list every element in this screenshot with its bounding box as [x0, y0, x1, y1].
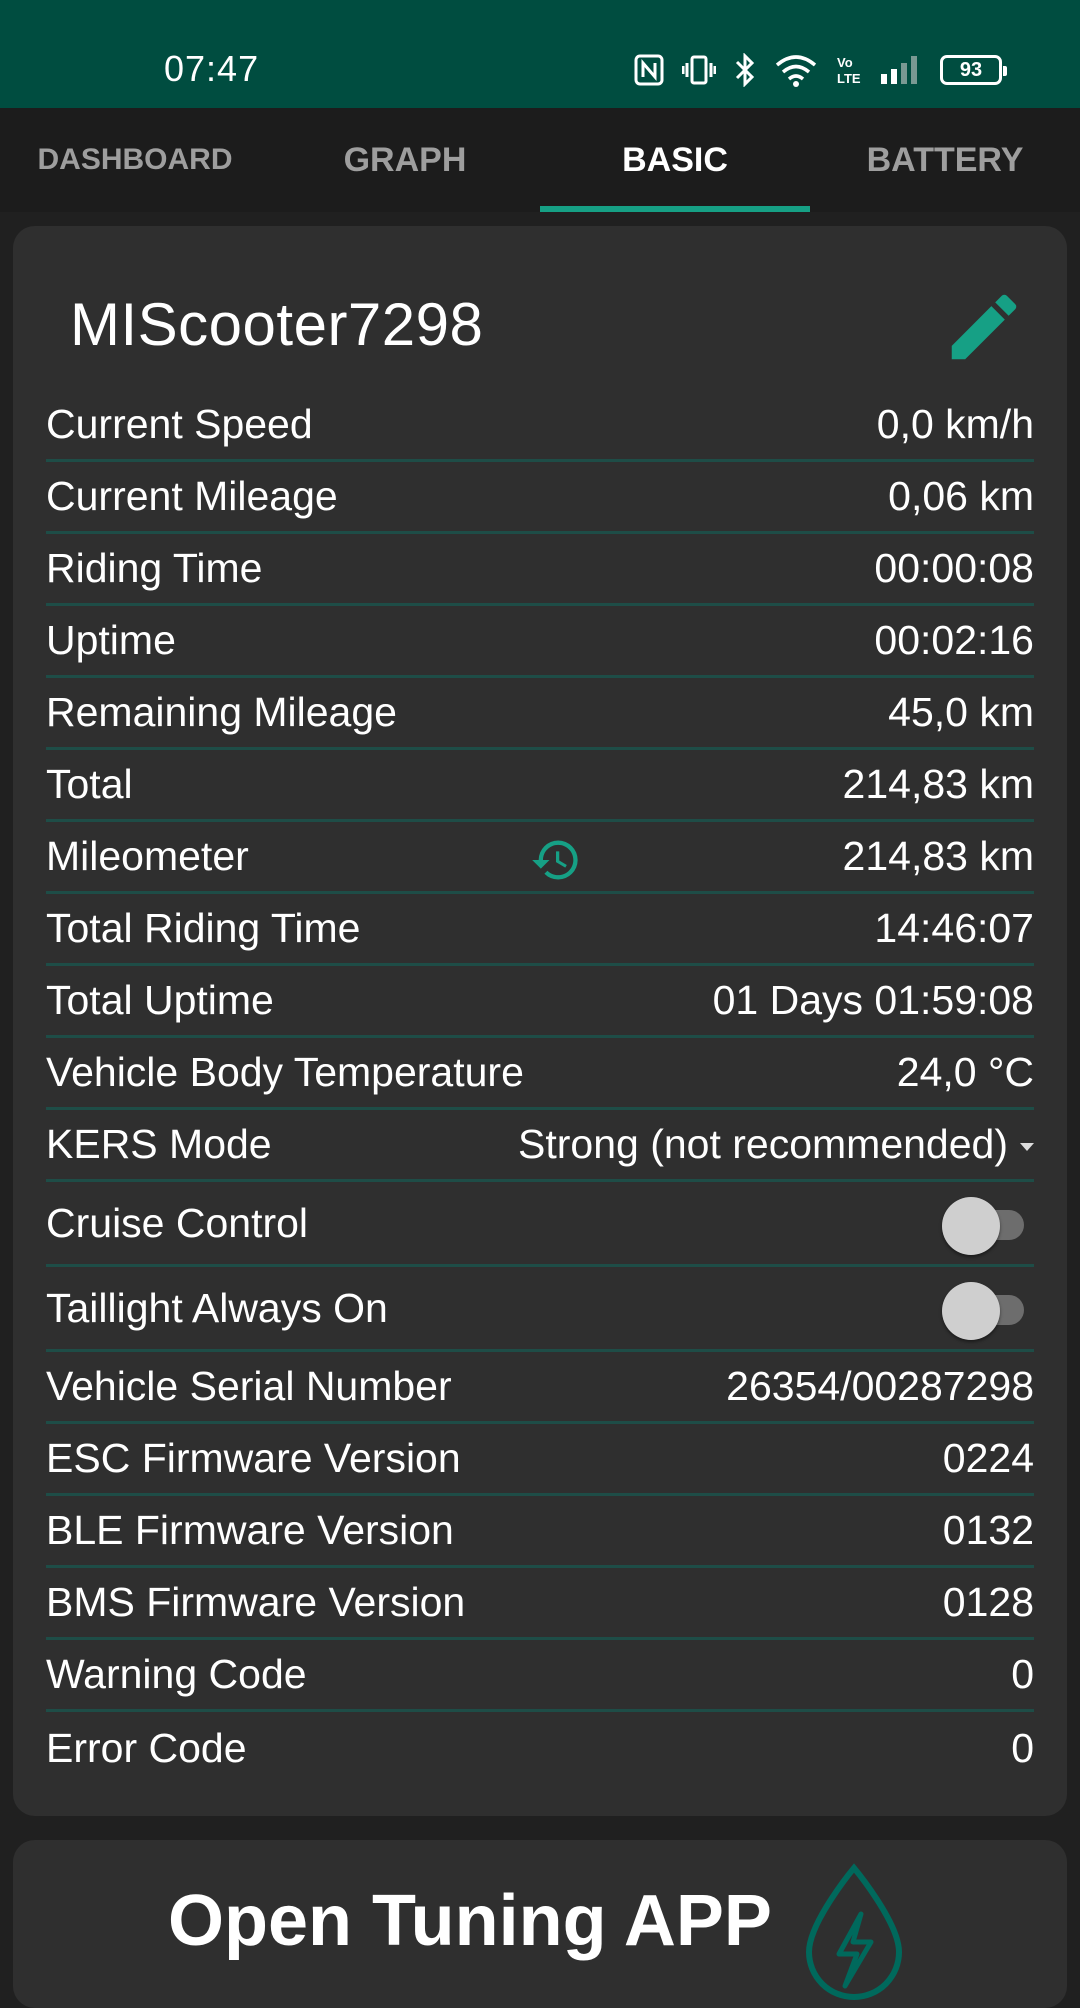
pencil-icon[interactable] [941, 284, 1027, 370]
row-warning-code: Warning Code 0 [46, 1640, 1034, 1712]
row-total-uptime: Total Uptime 01 Days 01:59:08 [46, 966, 1034, 1038]
row-label: Total Uptime [46, 977, 274, 1023]
row-label: BMS Firmware Version [46, 1579, 466, 1625]
kers-mode-dropdown[interactable]: Strong (not recommended) [518, 1121, 1034, 1168]
row-current-mileage: Current Mileage 0,06 km [46, 462, 1034, 534]
row-value: 00:02:16 [874, 617, 1034, 663]
taillight-toggle[interactable] [934, 1278, 1034, 1340]
bluetooth-icon [735, 53, 755, 87]
row-value: 0,06 km [888, 473, 1034, 519]
row-value: 0,0 km/h [876, 401, 1034, 447]
row-value: 0 [1011, 1651, 1034, 1697]
row-cruise-control: Cruise Control [46, 1182, 1034, 1267]
row-label: Vehicle Body Temperature [46, 1049, 524, 1095]
vibrate-icon [682, 55, 716, 85]
row-riding-time: Riding Time 00:00:08 [46, 534, 1034, 606]
row-label: Vehicle Serial Number [46, 1363, 452, 1409]
row-label: Error Code [46, 1724, 247, 1771]
row-label: Total Riding Time [46, 905, 361, 951]
row-value: 14:46:07 [874, 905, 1034, 951]
volte-icon: Vo LTE [837, 55, 861, 86]
scooter-info-card: MIScooter7298 Current Speed 0,0 km/h Cur… [13, 226, 1067, 1816]
cruise-control-toggle[interactable] [934, 1193, 1034, 1255]
row-label: Cruise Control [46, 1199, 309, 1246]
tab-bar: DASHBOARD GRAPH BASIC BATTERY [0, 108, 1080, 212]
row-value: 0132 [942, 1507, 1034, 1553]
chevron-down-icon [1020, 1142, 1034, 1151]
row-value: 45,0 km [888, 689, 1034, 735]
tab-battery[interactable]: BATTERY [810, 108, 1080, 212]
row-label: KERS Mode [46, 1121, 272, 1167]
status-time: 07:47 [164, 48, 260, 89]
signal-icon [881, 56, 917, 84]
status-bar: 07:47 Vo LTE 93 [0, 0, 1080, 108]
row-label: Current Speed [46, 401, 313, 447]
svg-text:LTE: LTE [837, 71, 861, 86]
row-value: 24,0 °C [896, 1049, 1034, 1095]
scooter-name: MIScooter7298 [70, 291, 484, 358]
tab-graph[interactable]: GRAPH [270, 108, 540, 212]
row-error-code: Error Code 0 [46, 1712, 1034, 1784]
info-list: Current Speed 0,0 km/h Current Mileage 0… [46, 390, 1034, 1784]
row-kers-mode: KERS Mode Strong (not recommended) [46, 1110, 1034, 1182]
row-value: 01 Days 01:59:08 [712, 977, 1034, 1023]
row-value: 0224 [942, 1435, 1034, 1481]
row-vehicle-serial-number: Vehicle Serial Number 26354/00287298 [46, 1352, 1034, 1424]
row-total-riding-time: Total Riding Time 14:46:07 [46, 894, 1034, 966]
toggle-knob [942, 1282, 1000, 1340]
battery-icon: 93 [940, 55, 1007, 85]
history-icon[interactable] [530, 834, 582, 886]
wifi-icon [775, 55, 817, 87]
row-value: 214,83 km [842, 761, 1034, 807]
row-value: 00:00:08 [874, 545, 1034, 591]
row-label: Remaining Mileage [46, 689, 397, 735]
row-label: BLE Firmware Version [46, 1507, 454, 1553]
row-label: Taillight Always On [46, 1284, 388, 1331]
row-label: Total [46, 761, 133, 807]
row-esc-firmware-version: ESC Firmware Version 0224 [46, 1424, 1034, 1496]
row-vehicle-body-temperature: Vehicle Body Temperature 24,0 °C [46, 1038, 1034, 1110]
row-value: 0128 [942, 1579, 1034, 1625]
row-label: Riding Time [46, 545, 263, 591]
row-total: Total 214,83 km [46, 750, 1034, 822]
row-bms-firmware-version: BMS Firmware Version 0128 [46, 1568, 1034, 1640]
tuning-button-label: Open Tuning APP [168, 1881, 772, 1961]
row-label: Current Mileage [46, 473, 338, 519]
tab-basic[interactable]: BASIC [540, 108, 810, 212]
row-label: Warning Code [46, 1651, 307, 1697]
row-current-speed: Current Speed 0,0 km/h [46, 390, 1034, 462]
kers-mode-selected: Strong (not recommended) [518, 1121, 1008, 1167]
row-value: 0 [1011, 1724, 1034, 1771]
row-ble-firmware-version: BLE Firmware Version 0132 [46, 1496, 1034, 1568]
nfc-icon [634, 54, 664, 86]
row-value: 26354/00287298 [726, 1363, 1034, 1409]
open-tuning-app-button[interactable]: Open Tuning APP [13, 1840, 1067, 2008]
status-icons: Vo LTE 93 [634, 50, 1007, 90]
row-taillight-always-on: Taillight Always On [46, 1267, 1034, 1352]
row-value: 214,83 km [842, 833, 1034, 879]
row-uptime: Uptime 00:02:16 [46, 606, 1034, 678]
toggle-knob [942, 1197, 1000, 1255]
row-mileometer: Mileometer 214,83 km [46, 822, 1034, 894]
svg-text:Vo: Vo [837, 55, 853, 70]
row-label: Uptime [46, 617, 176, 663]
row-remaining-mileage: Remaining Mileage 45,0 km [46, 678, 1034, 750]
row-label: Mileometer [46, 833, 249, 879]
tab-dashboard[interactable]: DASHBOARD [0, 108, 270, 212]
water-drop-bolt-icon [805, 1863, 903, 2000]
row-label: ESC Firmware Version [46, 1435, 461, 1481]
